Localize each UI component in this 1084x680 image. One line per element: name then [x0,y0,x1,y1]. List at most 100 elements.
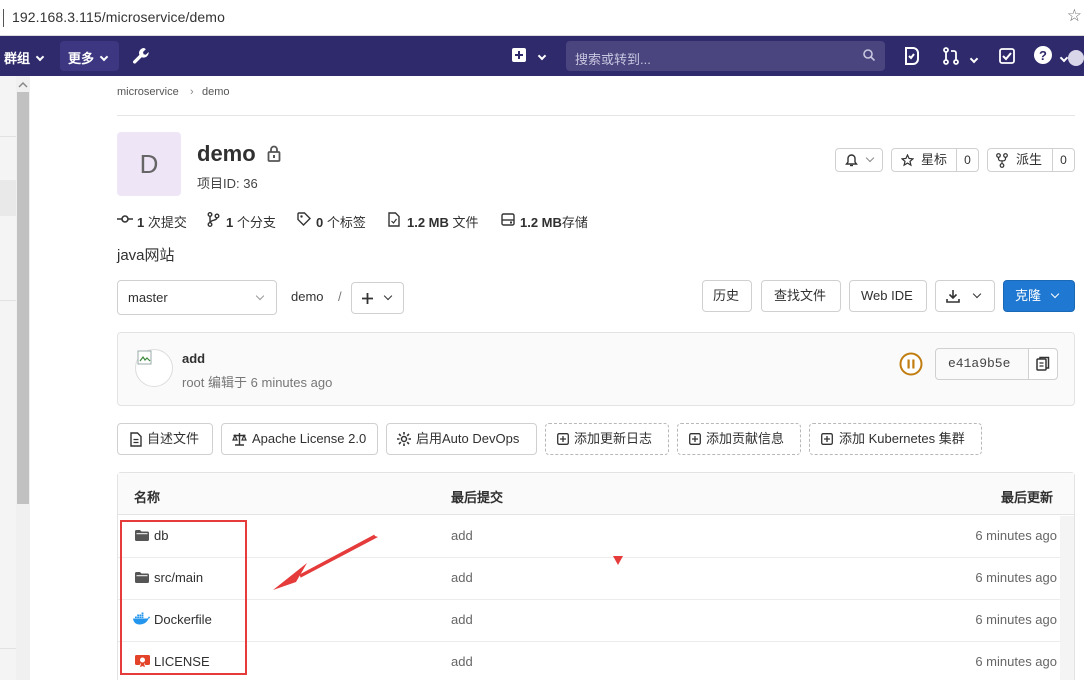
admin-wrench-icon[interactable] [131,46,151,66]
sidebar-divider [0,300,16,301]
find-file-button[interactable]: 查找文件 [761,280,841,312]
merge-requests-menu[interactable] [942,47,979,70]
web-ide-button[interactable]: Web IDE [849,280,927,312]
auto-devops-label: 启用Auto DevOps [416,431,520,446]
commit-time: 编辑于 6 minutes ago [208,375,333,390]
breadcrumb-current[interactable]: demo [202,86,230,98]
add-changelog-label: 添加更新日志 [574,431,653,446]
project-title: demo [197,141,256,166]
chevron-down-icon [35,52,45,62]
license-button[interactable]: Apache License 2.0 [221,423,378,455]
star-count[interactable]: 0 [957,149,978,171]
annotation-arrow-icon [273,534,378,590]
fork-count[interactable]: 0 [1053,149,1074,171]
commit-icon [117,215,133,223]
help-menu[interactable]: ? [1034,46,1069,69]
commit-author-avatar[interactable] [135,349,173,387]
fork-button[interactable]: 派生 0 [987,148,1075,172]
search-placeholder: 搜索或转到... [575,52,651,67]
commit-sha-group: e41a9b5e [935,348,1058,380]
add-changelog-button[interactable]: 添加更新日志 [545,423,669,455]
add-file-dropdown[interactable] [351,282,404,314]
url-text[interactable]: 192.168.3.115/microservice/demo [12,9,225,25]
commit-title[interactable]: add [182,351,205,366]
find-file-label: 查找文件 [774,288,827,303]
file-commit-message[interactable]: add [451,528,473,543]
auto-devops-button[interactable]: 启用Auto DevOps [386,423,537,455]
copy-sha-button[interactable] [1029,349,1057,379]
chevron-down-icon [383,291,393,301]
branch-selector[interactable]: master [117,280,277,315]
clone-button[interactable]: 克隆 [1003,280,1075,312]
history-label: 历史 [713,288,740,303]
history-button[interactable]: 历史 [702,280,752,312]
user-avatar[interactable] [1068,50,1084,66]
header-last-commit: 最后提交 [451,490,504,505]
scroll-up-arrow-icon[interactable] [17,80,29,90]
stat-branches[interactable]: 1 个分支 [226,212,276,231]
commit-sha[interactable]: e41a9b5e [948,349,1010,379]
chevron-down-icon [970,54,979,64]
download-dropdown[interactable] [935,280,995,312]
commits-count: 1 [137,215,145,230]
gear-icon [397,432,411,446]
annotation-marker-icon [613,556,623,565]
table-scrollbar[interactable] [1060,516,1074,680]
file-commit-message[interactable]: add [451,570,473,585]
issues-check-icon[interactable] [999,48,1015,69]
chevron-down-icon [865,153,875,163]
project-description: java网站 [117,247,175,264]
branches-label: 个分支 [236,215,276,230]
stat-storage[interactable]: 1.2 MB存储 [520,212,588,231]
sidebar-divider [0,136,16,137]
star-button[interactable]: 星标 0 [891,148,979,172]
new-item-menu[interactable] [512,48,547,67]
readme-button[interactable]: 自述文件 [117,423,213,455]
download-icon [946,290,960,303]
plus-square-icon [689,433,701,445]
nav-groups-label: 群组 [4,51,31,66]
pipeline-paused-icon[interactable] [899,352,923,376]
file-updated: 6 minutes ago [975,528,1057,543]
chevron-down-icon [99,52,109,62]
fork-label: 派生 [1016,152,1043,167]
repo-path-link[interactable]: demo [291,289,324,304]
file-commit-message[interactable]: add [451,612,473,627]
add-contributing-label: 添加贡献信息 [706,431,785,446]
storage-label: 存储 [561,215,588,230]
chevron-down-icon [972,289,982,299]
url-cursor [3,9,4,27]
svg-text:?: ? [1039,48,1047,63]
stat-tags[interactable]: 0 个标签 [316,212,366,231]
commit-meta: root 编辑于 6 minutes ago [182,372,332,391]
file-commit-message[interactable]: add [451,654,473,669]
notification-dropdown[interactable] [835,148,883,172]
commits-label: 次提交 [147,215,187,230]
nav-groups-menu[interactable]: 群组 [4,48,45,67]
project-avatar: D [117,132,181,196]
stat-files[interactable]: 1.2 MB 文件 [407,212,479,231]
nav-more-menu[interactable]: 更多 [68,48,109,67]
sidebar-scrollbar-thumb[interactable] [17,92,29,504]
top-nav: 群组 更多 ? [0,36,1084,76]
todos-icon[interactable] [904,47,920,70]
file-icon [388,212,400,227]
file-tree-header [118,473,1074,515]
file-updated: 6 minutes ago [975,612,1057,627]
storage-icon [501,213,515,226]
sidebar-divider [0,648,16,649]
breadcrumb-parent[interactable]: microservice [117,86,179,98]
copy-icon [1036,356,1050,371]
add-contributing-button[interactable]: 添加贡献信息 [677,423,801,455]
readme-label: 自述文件 [147,431,200,446]
repo-path-separator: / [338,289,342,304]
add-kubernetes-button[interactable]: 添加 Kubernetes 集群 [809,423,982,455]
files-label: 文件 [452,215,479,230]
sidebar-active-item[interactable] [0,180,16,216]
bookmark-star-icon[interactable]: ☆ [1067,6,1082,26]
search-input[interactable]: 搜索或转到... [566,41,885,71]
scale-icon [232,433,247,446]
commit-author[interactable]: root [182,375,204,390]
browser-url-bar[interactable]: 192.168.3.115/microservice/demo ☆ [0,0,1084,36]
stat-commits[interactable]: 1 次提交 [137,212,187,231]
